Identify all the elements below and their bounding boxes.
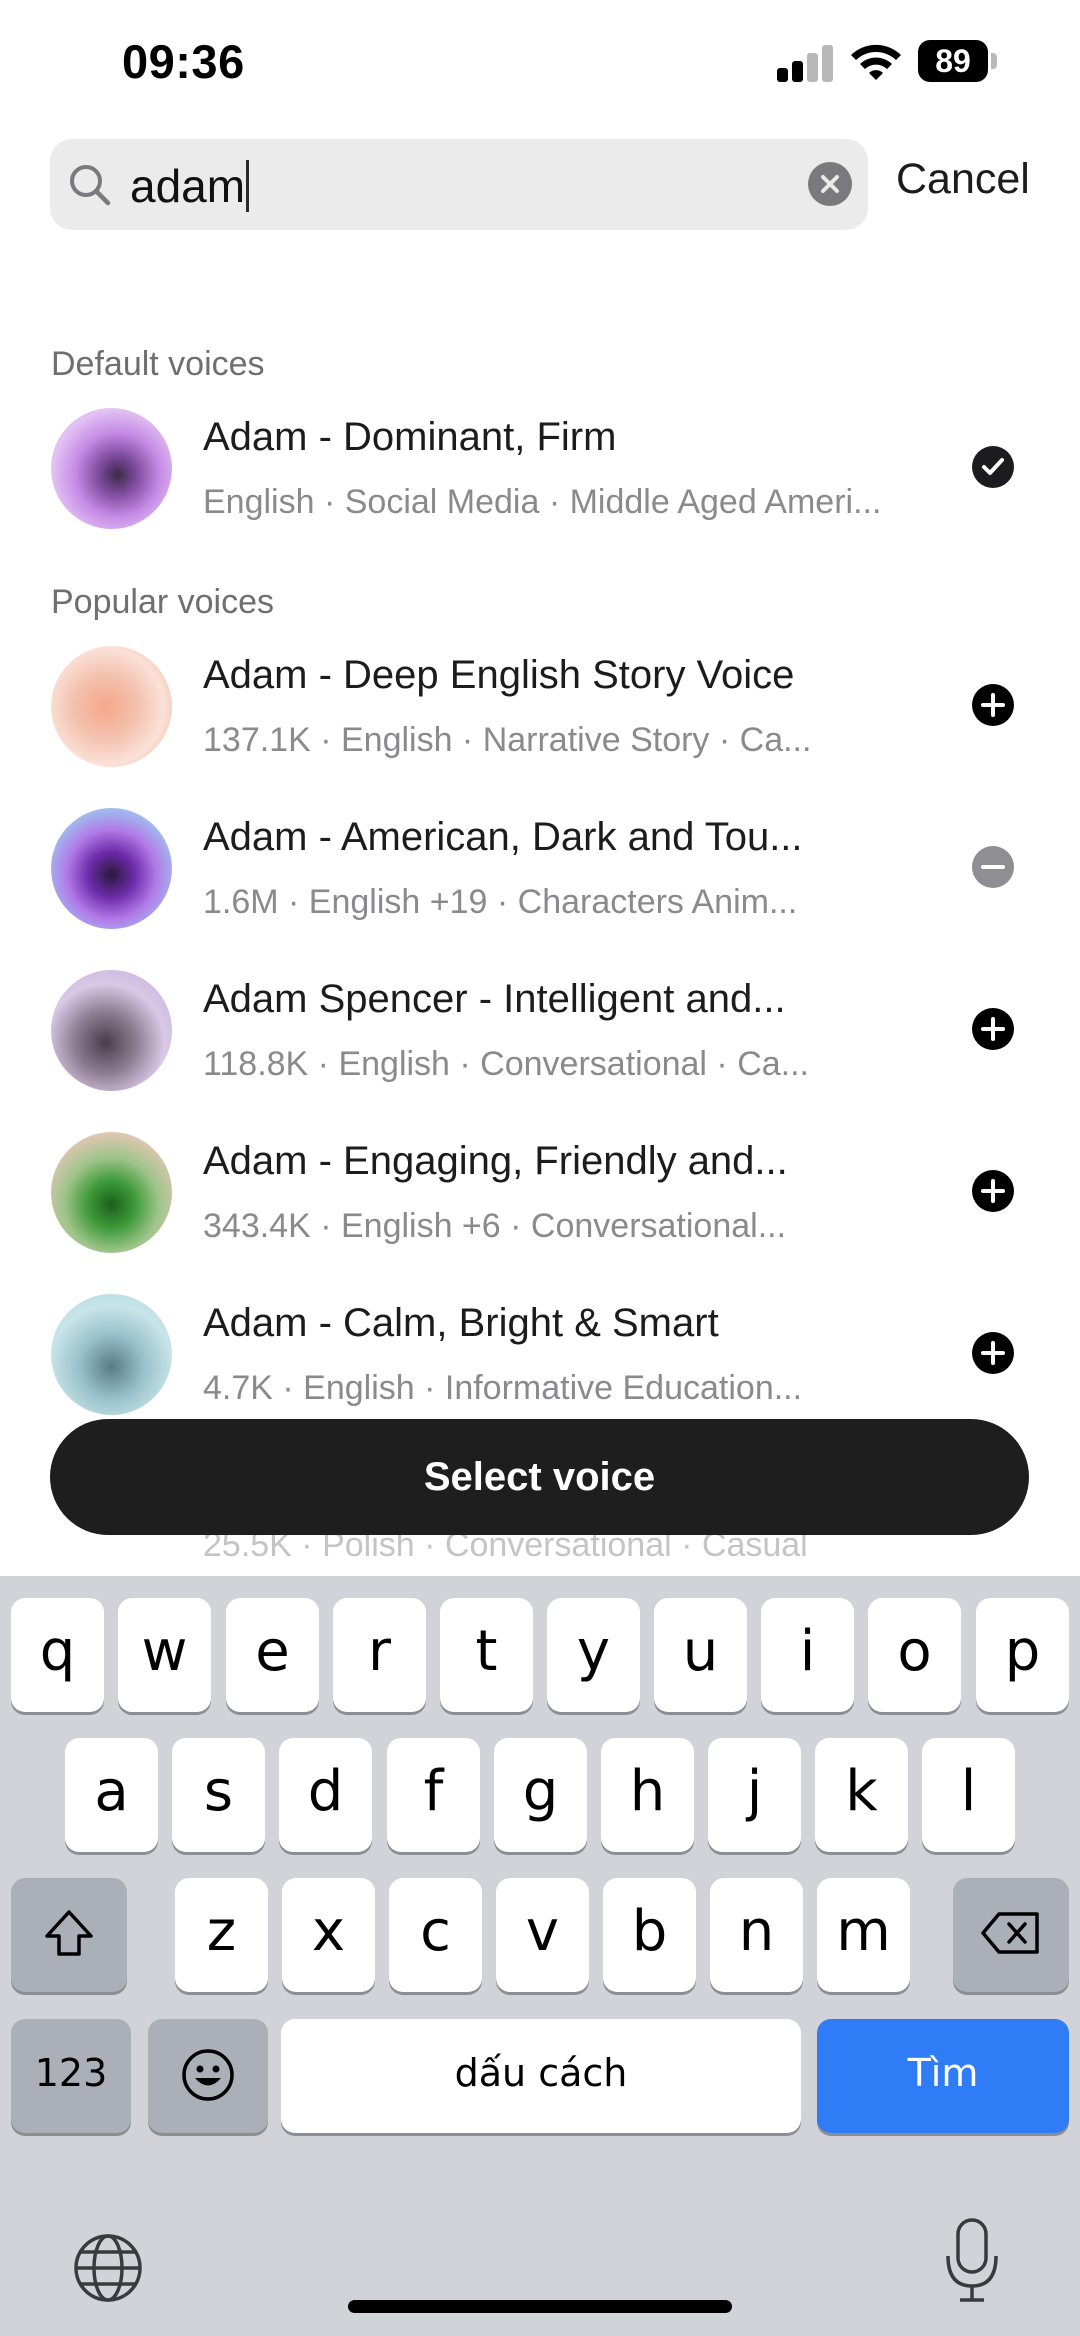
voice-row[interactable]: Adam - American, Dark and Tou... 1.6M · …	[0, 800, 1080, 950]
emoji-key[interactable]	[148, 2019, 268, 2133]
search-input-value: adam	[130, 160, 246, 212]
popular-voices-heading: Popular voices	[51, 583, 275, 621]
plus-icon[interactable]	[970, 1168, 1016, 1214]
keyboard: q w e r t y u i o p a s d f g h j k l z …	[0, 1576, 1080, 2336]
voice-row[interactable]: Adam - Calm, Bright & Smart 4.7K · Engli…	[0, 1286, 1080, 1436]
plus-icon[interactable]	[970, 1330, 1016, 1376]
voice-row[interactable]: Adam - Engaging, Friendly and... 343.4K …	[0, 1124, 1080, 1274]
voice-name: Adam - Dominant, Firm	[203, 415, 617, 459]
voice-avatar	[51, 1132, 172, 1253]
numbers-key[interactable]: 123	[11, 2019, 131, 2133]
checkmark-icon[interactable]	[970, 444, 1016, 490]
key-w[interactable]: w	[118, 1598, 211, 1712]
voice-name: Adam - Calm, Bright & Smart	[203, 1301, 719, 1345]
key-b[interactable]: b	[603, 1878, 696, 1992]
key-d[interactable]: d	[279, 1738, 372, 1852]
voice-name: Adam Spencer - Intelligent and...	[203, 977, 786, 1021]
cellular-signal-icon	[775, 44, 835, 82]
search-input[interactable]: adam	[130, 159, 250, 213]
microphone-icon[interactable]	[942, 2190, 1002, 2306]
voice-row[interactable]: Adam - Deep English Story Voice 137.1K ·…	[0, 638, 1080, 788]
backspace-icon	[981, 1912, 1039, 1954]
clear-search-button[interactable]	[808, 162, 852, 206]
emoji-icon	[182, 2049, 234, 2101]
plus-icon[interactable]	[970, 682, 1016, 728]
key-i[interactable]: i	[761, 1598, 854, 1712]
key-h[interactable]: h	[601, 1738, 694, 1852]
key-t[interactable]: t	[440, 1598, 533, 1712]
key-q[interactable]: q	[11, 1598, 104, 1712]
key-x[interactable]: x	[282, 1878, 375, 1992]
cancel-button[interactable]: Cancel	[896, 155, 1030, 204]
key-r[interactable]: r	[333, 1598, 426, 1712]
text-caret	[246, 160, 250, 212]
voice-row-default[interactable]: Adam - Dominant, Firm English · Social M…	[0, 400, 1080, 550]
key-k[interactable]: k	[815, 1738, 908, 1852]
key-v[interactable]: v	[496, 1878, 589, 1992]
key-z[interactable]: z	[175, 1878, 268, 1992]
voice-meta: 1.6M · English +19 · Characters Anim...	[203, 883, 798, 921]
key-j[interactable]: j	[708, 1738, 801, 1852]
status-time: 09:36	[122, 35, 245, 88]
globe-icon[interactable]	[70, 2230, 146, 2306]
space-key[interactable]: dấu cách	[281, 2019, 801, 2133]
voice-name: Adam - American, Dark and Tou...	[203, 815, 803, 859]
search-field[interactable]: adam	[50, 139, 868, 230]
select-voice-button[interactable]: Select voice	[50, 1419, 1029, 1535]
voice-meta: English · Social Media · Middle Aged Ame…	[203, 483, 882, 521]
voice-avatar	[51, 808, 172, 929]
key-o[interactable]: o	[868, 1598, 961, 1712]
key-y[interactable]: y	[547, 1598, 640, 1712]
key-g[interactable]: g	[494, 1738, 587, 1852]
key-a[interactable]: a	[65, 1738, 158, 1852]
plus-icon[interactable]	[970, 1006, 1016, 1052]
voice-avatar	[51, 1294, 172, 1415]
key-c[interactable]: c	[389, 1878, 482, 1992]
backspace-key[interactable]	[953, 1878, 1069, 1992]
voice-meta: 137.1K · English · Narrative Story · Ca.…	[203, 721, 812, 759]
shift-key[interactable]	[11, 1878, 127, 1992]
search-icon	[70, 165, 111, 206]
search-key[interactable]: Tìm	[817, 2019, 1069, 2133]
key-p[interactable]: p	[976, 1598, 1069, 1712]
voice-meta: 4.7K · English · Informative Education..…	[203, 1369, 803, 1407]
voice-name: Adam - Deep English Story Voice	[203, 653, 795, 697]
key-m[interactable]: m	[817, 1878, 910, 1992]
shift-icon	[45, 1910, 93, 1956]
voice-meta: 343.4K · English +6 · Conversational...	[203, 1207, 787, 1245]
voice-avatar	[51, 408, 172, 529]
voice-meta: 118.8K · English · Conversational · Ca..…	[203, 1045, 809, 1083]
home-indicator	[348, 2300, 732, 2313]
key-u[interactable]: u	[654, 1598, 747, 1712]
battery-indicator: 89	[918, 40, 988, 82]
minus-icon[interactable]	[970, 844, 1016, 890]
wifi-icon	[851, 44, 901, 80]
voice-name: Adam - Engaging, Friendly and...	[203, 1139, 788, 1183]
key-s[interactable]: s	[172, 1738, 265, 1852]
key-l[interactable]: l	[922, 1738, 1015, 1852]
key-e[interactable]: e	[226, 1598, 319, 1712]
voice-avatar	[51, 646, 172, 767]
voice-avatar	[51, 970, 172, 1091]
key-n[interactable]: n	[710, 1878, 803, 1992]
status-bar: 09:36 89	[0, 0, 1080, 130]
default-voices-heading: Default voices	[51, 345, 265, 383]
battery-nub	[991, 53, 997, 69]
clear-icon	[821, 175, 839, 193]
key-f[interactable]: f	[387, 1738, 480, 1852]
voice-row[interactable]: Adam Spencer - Intelligent and... 118.8K…	[0, 962, 1080, 1112]
